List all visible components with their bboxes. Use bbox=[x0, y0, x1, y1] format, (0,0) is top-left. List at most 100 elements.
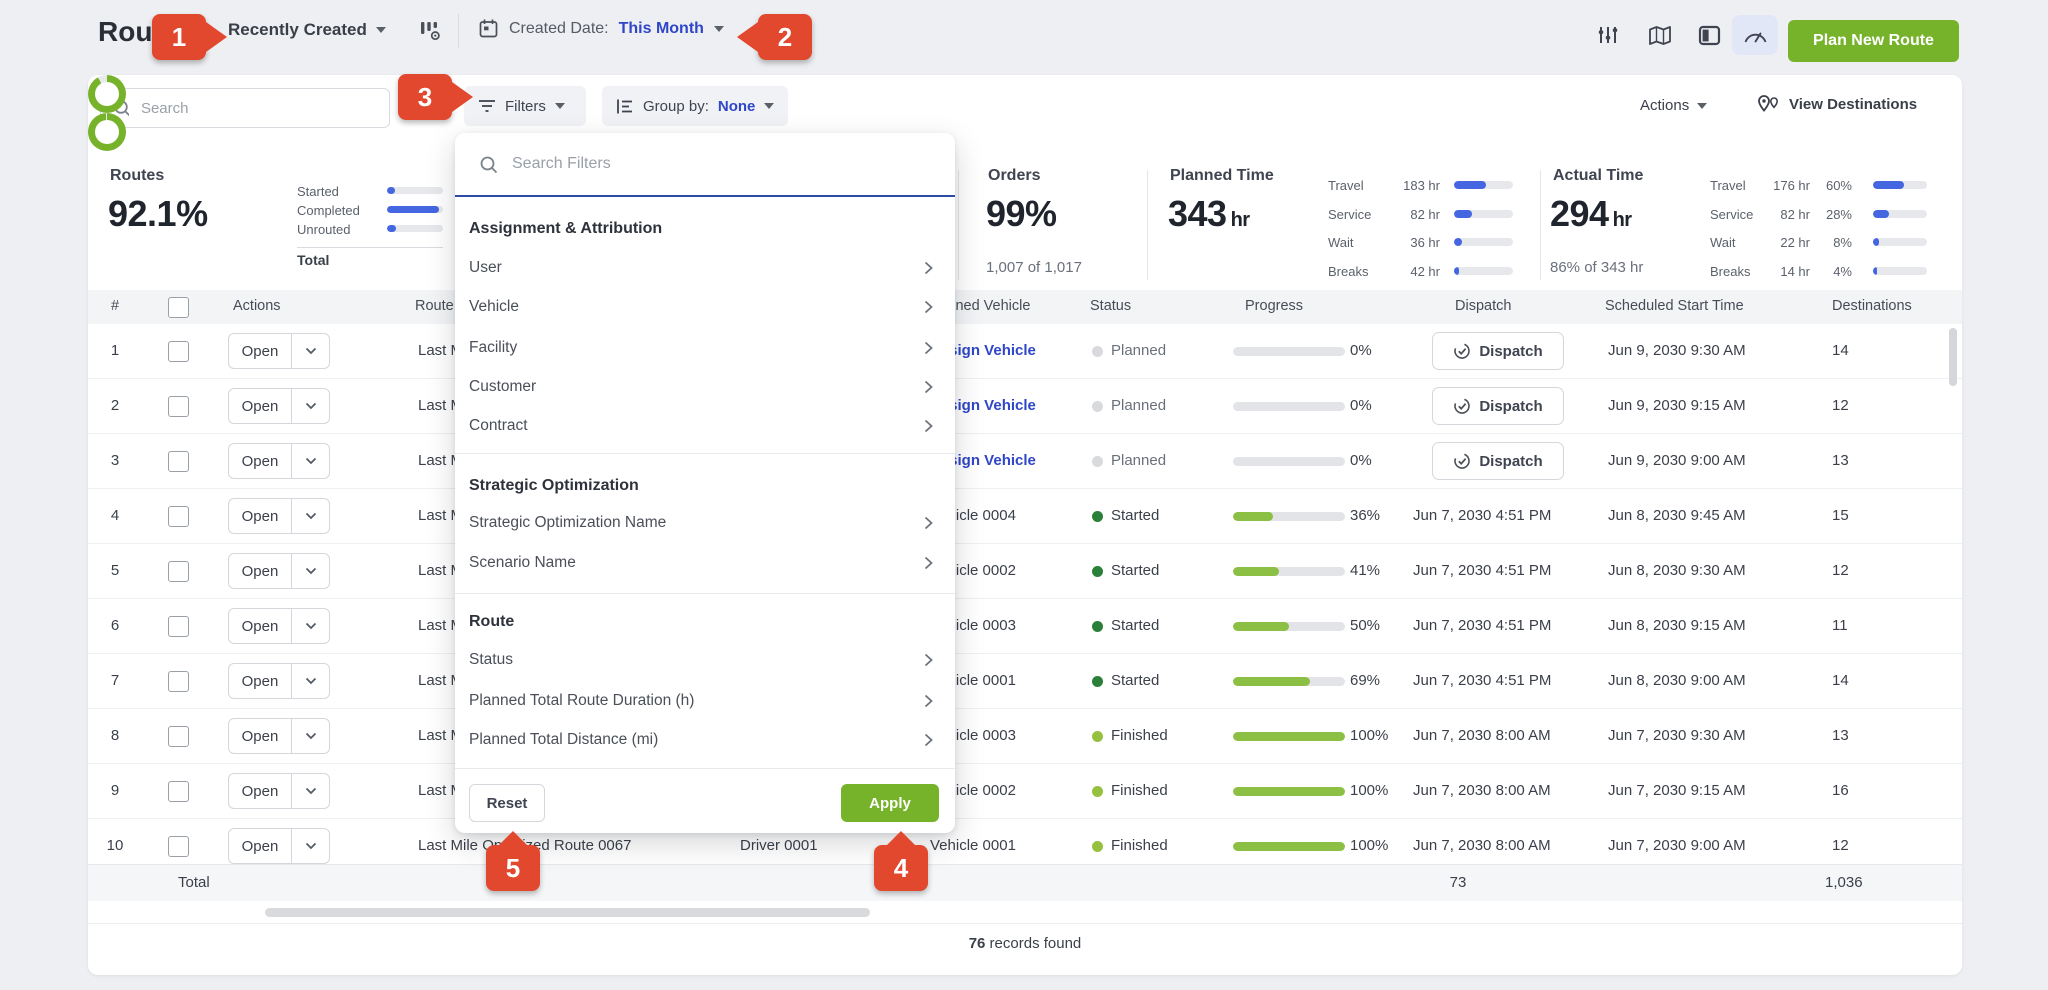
row-checkbox[interactable] bbox=[168, 671, 189, 692]
legend-label: Travel bbox=[1328, 178, 1364, 193]
side-panel-icon[interactable] bbox=[1686, 15, 1732, 55]
open-dropdown[interactable] bbox=[291, 444, 329, 478]
open-dropdown[interactable] bbox=[291, 719, 329, 753]
row-checkbox[interactable] bbox=[168, 836, 189, 857]
open-dropdown[interactable] bbox=[291, 829, 329, 863]
vehicle-cell[interactable]: Assign Vehicle bbox=[930, 397, 1110, 414]
stats-divider bbox=[1147, 170, 1148, 280]
legend-bar bbox=[1454, 181, 1513, 189]
open-label: Open bbox=[229, 664, 291, 698]
row-checkbox[interactable] bbox=[168, 451, 189, 472]
legend-label: Wait bbox=[1328, 235, 1354, 250]
open-button[interactable]: Open bbox=[228, 443, 330, 479]
vehicle-cell[interactable]: Assign Vehicle bbox=[930, 452, 1110, 469]
filters-search-input[interactable] bbox=[510, 154, 914, 174]
open-button[interactable]: Open bbox=[228, 498, 330, 534]
filters-button[interactable]: Filters bbox=[464, 86, 586, 126]
vehicle-cell[interactable]: Vehicle 0001 bbox=[930, 672, 1110, 689]
row-checkbox[interactable] bbox=[168, 616, 189, 637]
open-button[interactable]: Open bbox=[228, 553, 330, 589]
open-dropdown[interactable] bbox=[291, 389, 329, 423]
view-destinations-button[interactable]: View Destinations bbox=[1756, 94, 1917, 115]
filter-item-status[interactable]: Status bbox=[469, 640, 933, 680]
open-label: Open bbox=[229, 774, 291, 808]
plan-new-route-button[interactable]: Plan New Route bbox=[1788, 20, 1959, 62]
open-label: Open bbox=[229, 719, 291, 753]
vehicle-cell[interactable]: Vehicle 0003 bbox=[930, 617, 1110, 634]
open-dropdown[interactable] bbox=[291, 554, 329, 588]
filter-item-vehicle[interactable]: Vehicle bbox=[469, 287, 933, 327]
filter-item-user[interactable]: User bbox=[469, 248, 933, 288]
select-all-checkbox[interactable] bbox=[168, 297, 189, 318]
filter-item-planned-total-distance[interactable]: Planned Total Distance (mi) bbox=[469, 720, 933, 760]
vehicle-cell[interactable]: Vehicle 0002 bbox=[930, 782, 1110, 799]
col-actions[interactable]: Actions bbox=[233, 298, 281, 314]
chevron-right-icon bbox=[924, 653, 933, 667]
row-checkbox[interactable] bbox=[168, 561, 189, 582]
vehicle-cell[interactable]: Vehicle 0003 bbox=[930, 727, 1110, 744]
search-input[interactable] bbox=[139, 99, 377, 118]
open-button[interactable]: Open bbox=[228, 388, 330, 424]
legend-label: Breaks bbox=[1328, 264, 1368, 279]
open-button[interactable]: Open bbox=[228, 608, 330, 644]
sort-dropdown[interactable]: Recently Created bbox=[228, 20, 386, 40]
vehicle-cell[interactable]: Vehicle 0002 bbox=[930, 562, 1110, 579]
sort-dropdown-label: Recently Created bbox=[228, 20, 367, 40]
filter-item-scenario-name[interactable]: Scenario Name bbox=[469, 543, 933, 583]
open-dropdown[interactable] bbox=[291, 334, 329, 368]
vertical-scrollbar[interactable] bbox=[1949, 328, 1957, 386]
col-number[interactable]: # bbox=[100, 298, 130, 314]
filter-item-strategic-optimization-name[interactable]: Strategic Optimization Name bbox=[469, 503, 933, 543]
col-scheduled-start-time[interactable]: Scheduled Start Time bbox=[1605, 298, 1744, 314]
open-dropdown[interactable] bbox=[291, 774, 329, 808]
created-date-filter[interactable]: Created Date: This Month bbox=[478, 18, 724, 39]
reset-button[interactable]: Reset bbox=[469, 784, 545, 822]
filter-item-label: Contract bbox=[469, 417, 528, 435]
filter-item-customer[interactable]: Customer bbox=[469, 367, 933, 407]
dispatch-button[interactable]: Dispatch bbox=[1432, 387, 1564, 425]
row-number: 8 bbox=[100, 727, 130, 744]
apply-button[interactable]: Apply bbox=[841, 784, 939, 822]
open-dropdown[interactable] bbox=[291, 609, 329, 643]
map-view-icon[interactable] bbox=[1637, 15, 1683, 55]
row-checkbox[interactable] bbox=[168, 726, 189, 747]
chevron-right-icon bbox=[924, 300, 933, 314]
row-checkbox[interactable] bbox=[168, 781, 189, 802]
vehicle-cell[interactable]: Assign Vehicle bbox=[930, 342, 1110, 359]
status-text: Planned bbox=[1111, 342, 1166, 359]
dispatch-button[interactable]: Dispatch bbox=[1432, 332, 1564, 370]
filter-item-contract[interactable]: Contract bbox=[469, 406, 933, 446]
open-button[interactable]: Open bbox=[228, 828, 330, 864]
progress-percent: 41% bbox=[1350, 562, 1420, 579]
open-dropdown[interactable] bbox=[291, 499, 329, 533]
manage-columns-icon[interactable] bbox=[418, 19, 442, 48]
dashboard-gauge-icon[interactable] bbox=[1732, 15, 1778, 55]
filter-item-facility[interactable]: Facility bbox=[469, 328, 933, 368]
dispatch-time: Jun 7, 2030 8:00 AM bbox=[1413, 727, 1593, 744]
vehicle-cell[interactable]: Vehicle 0001 bbox=[930, 837, 1110, 854]
col-progress[interactable]: Progress bbox=[1245, 298, 1303, 314]
vehicle-cell[interactable]: Vehicle 0004 bbox=[930, 507, 1110, 524]
progress-percent: 0% bbox=[1350, 397, 1420, 414]
open-label: Open bbox=[229, 334, 291, 368]
open-button[interactable]: Open bbox=[228, 663, 330, 699]
legend-label: Wait bbox=[1710, 235, 1736, 250]
col-destinations[interactable]: Destinations bbox=[1832, 298, 1912, 314]
open-button[interactable]: Open bbox=[228, 773, 330, 809]
col-status[interactable]: Status bbox=[1090, 298, 1131, 314]
open-dropdown[interactable] bbox=[291, 664, 329, 698]
row-checkbox[interactable] bbox=[168, 506, 189, 527]
row-checkbox[interactable] bbox=[168, 396, 189, 417]
filter-item-planned-total-route-duration[interactable]: Planned Total Route Duration (h) bbox=[469, 681, 933, 721]
open-button[interactable]: Open bbox=[228, 718, 330, 754]
horizontal-scrollbar[interactable] bbox=[265, 908, 870, 917]
open-button[interactable]: Open bbox=[228, 333, 330, 369]
row-checkbox[interactable] bbox=[168, 341, 189, 362]
col-dispatch[interactable]: Dispatch bbox=[1455, 298, 1511, 314]
group-by-button[interactable]: Group by: None bbox=[602, 86, 788, 126]
chevron-down-icon bbox=[555, 103, 565, 109]
view-settings-icon[interactable] bbox=[1585, 15, 1631, 55]
legend-percent: 4% bbox=[1815, 264, 1852, 279]
actions-dropdown[interactable]: Actions bbox=[1640, 97, 1707, 114]
dispatch-button[interactable]: Dispatch bbox=[1432, 442, 1564, 480]
